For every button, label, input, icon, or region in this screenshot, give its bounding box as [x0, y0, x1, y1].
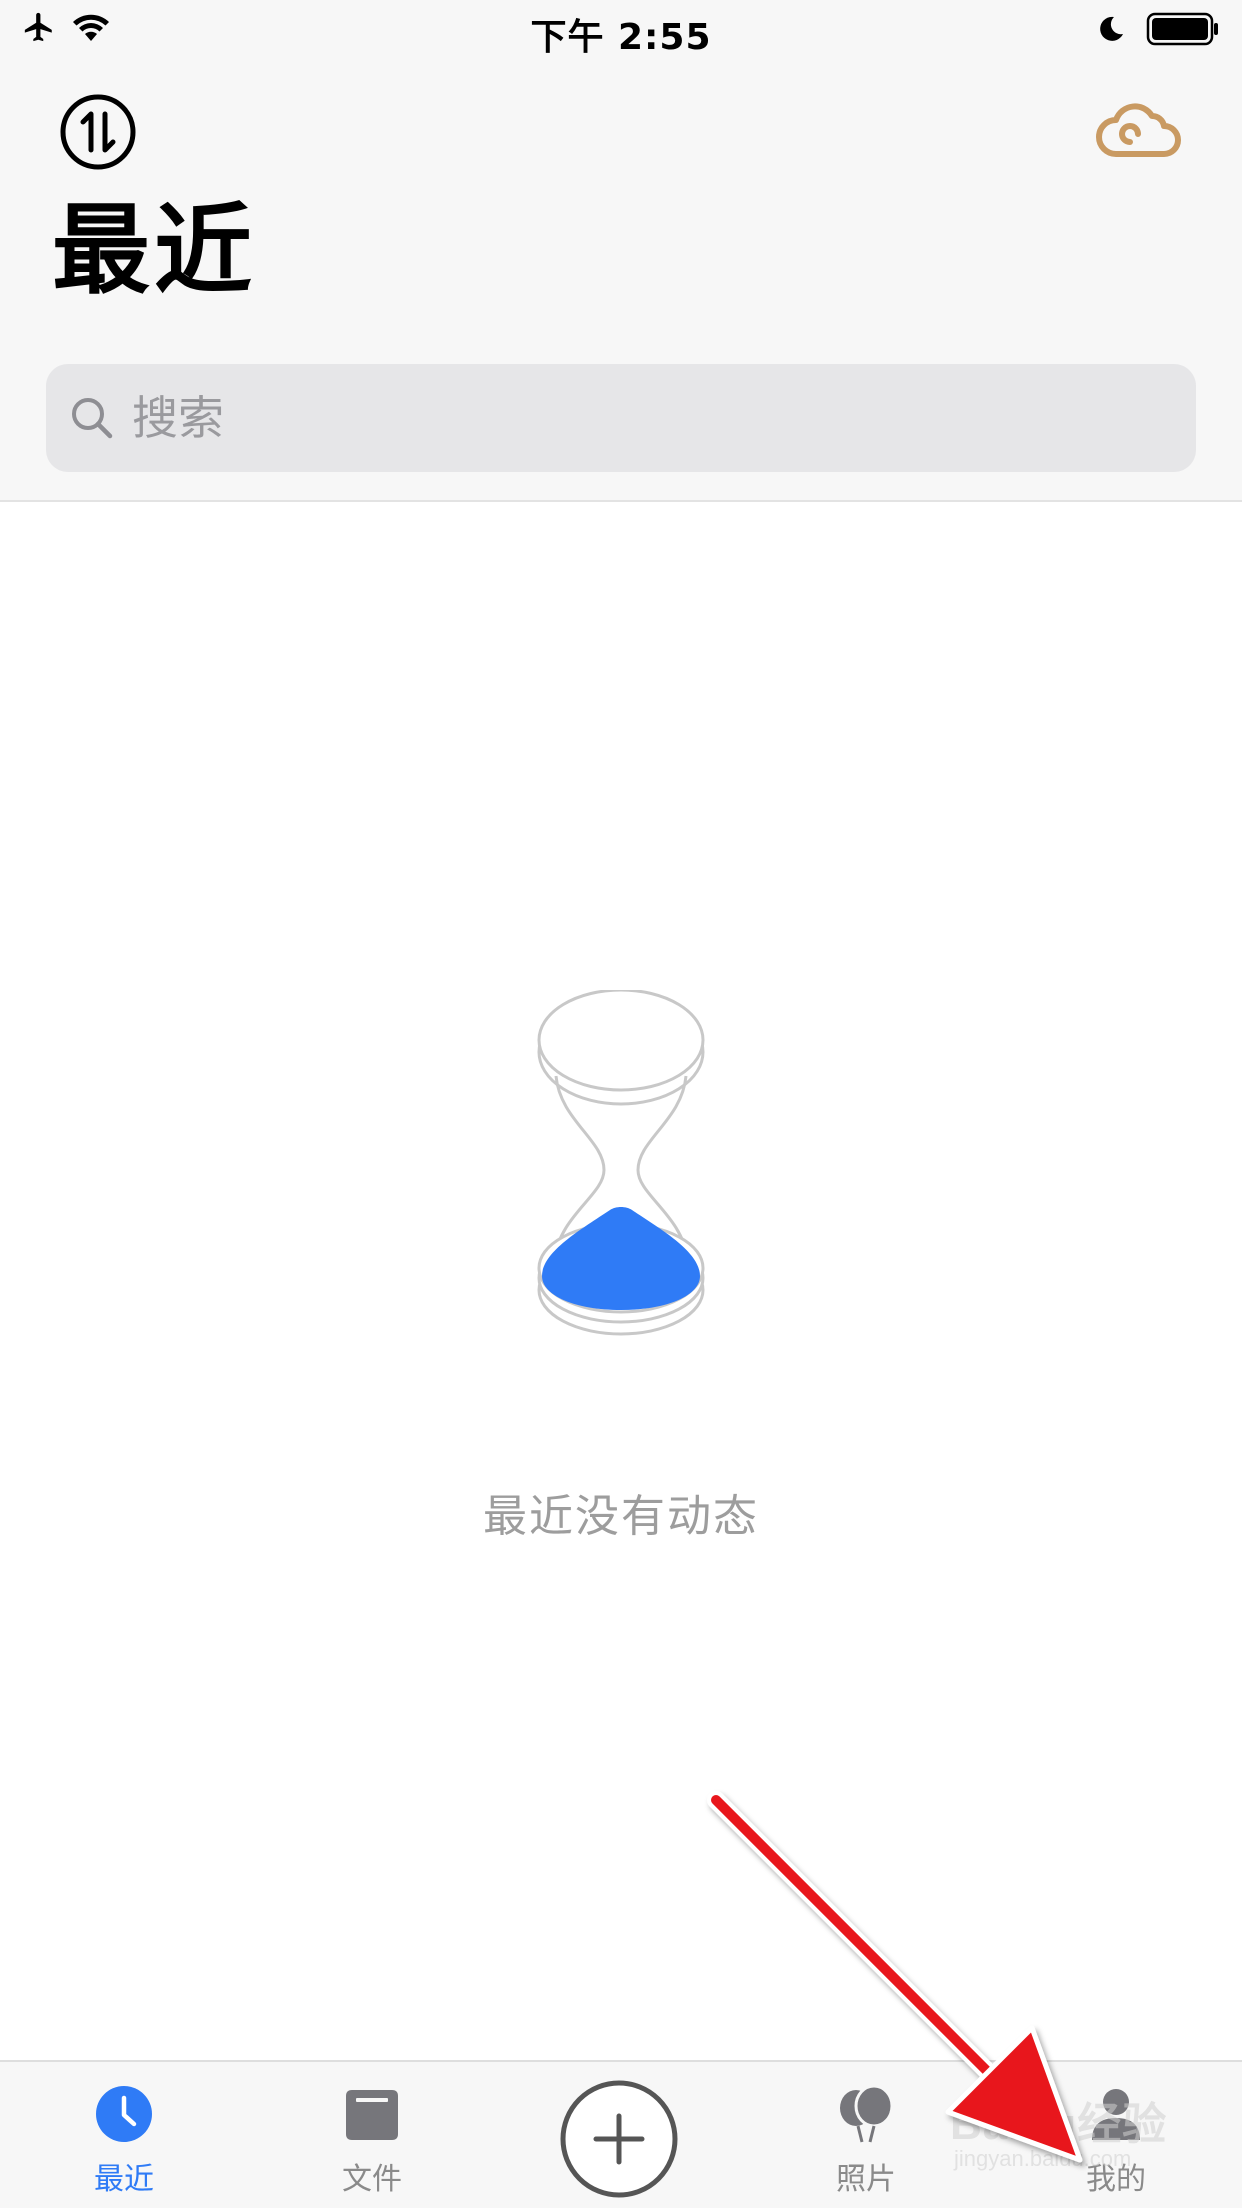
battery-icon	[1146, 12, 1218, 46]
header: 最近	[0, 62, 1242, 502]
tab-photos[interactable]: 照片	[776, 2062, 956, 2208]
tab-recent[interactable]: 最近	[34, 2062, 214, 2208]
clock-icon	[96, 2086, 152, 2142]
empty-state-message: 最近没有动态	[483, 1491, 759, 1542]
search-bar[interactable]	[46, 364, 1196, 472]
transfer-button[interactable]	[58, 92, 138, 172]
empty-state: 最近没有动态	[0, 990, 1242, 1550]
cloud-icon	[1096, 103, 1181, 157]
search-input[interactable]	[130, 390, 1134, 446]
tab-files[interactable]: 文件	[282, 2062, 462, 2208]
page-title: 最近	[52, 194, 257, 308]
status-bar: 下午 2:55	[0, 0, 1242, 62]
tab-mine[interactable]: 我的	[1026, 2062, 1206, 2208]
status-time: 下午 2:55	[530, 17, 712, 58]
balloons-icon	[840, 2084, 894, 2143]
tab-label: 文件	[342, 2162, 402, 2197]
transfer-icon	[60, 94, 136, 170]
app-screen: 下午 2:55 最近 搜索 最近没有动态 最近 文件 照片 我的 Baidu经验…	[0, 0, 1242, 2208]
search-icon	[72, 398, 113, 439]
tab-label: 照片	[836, 2162, 896, 2197]
hourglass-icon	[537, 990, 705, 1336]
folder-icon	[346, 2090, 398, 2140]
do-not-disturb-icon	[1100, 16, 1123, 41]
plus-icon	[560, 2080, 678, 2198]
status-right-icons	[1096, 12, 1220, 46]
tab-label: 我的	[1086, 2162, 1146, 2197]
tab-label: 最近	[94, 2162, 154, 2197]
person-icon	[1092, 2089, 1140, 2140]
tab-bar: 最近 文件 照片 我的	[0, 2060, 1242, 2208]
add-button[interactable]	[560, 2080, 678, 2198]
cloud-button[interactable]	[1094, 92, 1184, 172]
